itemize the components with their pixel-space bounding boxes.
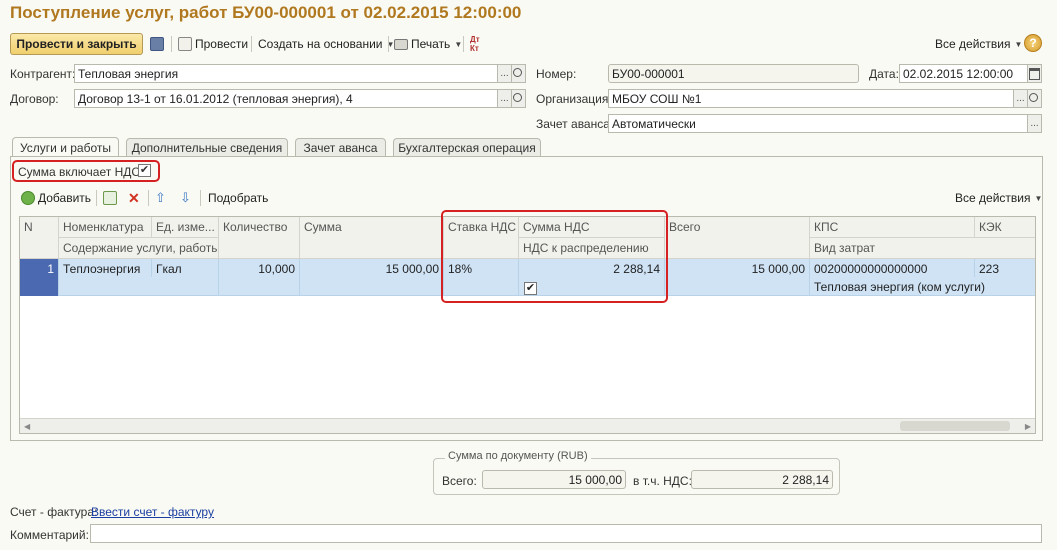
post-icon xyxy=(178,37,192,51)
contract-label: Договор: xyxy=(10,92,59,106)
tab-services[interactable]: Услуги и работы xyxy=(12,137,119,157)
cell-description[interactable] xyxy=(59,277,219,296)
movements-icon[interactable]: Дт Кт xyxy=(470,35,480,53)
post-button[interactable]: Провести xyxy=(178,36,248,52)
all-actions-menu[interactable]: Все действия ▼ xyxy=(935,36,1022,52)
create-based-on-label: Создать на основании xyxy=(258,37,383,51)
cell-total[interactable]: 15 000,00 xyxy=(665,259,810,296)
column-header-item[interactable]: Номенклатура xyxy=(59,217,152,238)
help-button[interactable]: ? xyxy=(1024,34,1042,52)
tab-accounting-operation[interactable]: Бухгалтерская операция xyxy=(393,138,541,157)
column-header-cost-type[interactable]: Вид затрат xyxy=(810,238,1035,259)
date-field[interactable]: 02.02.2015 12:00:00 xyxy=(899,64,1028,83)
chevron-down-icon: ▼ xyxy=(454,39,463,49)
vat-total-field[interactable]: 2 288,14 xyxy=(691,470,833,489)
contractor-field[interactable]: Тепловая энергия xyxy=(74,64,498,83)
contractor-search-icon[interactable] xyxy=(511,64,526,83)
cell-kek[interactable]: 223 xyxy=(975,259,1035,277)
copy-row-button[interactable] xyxy=(103,190,120,206)
table-all-actions-menu[interactable]: Все действия ▼ xyxy=(955,190,1042,206)
post-label: Провести xyxy=(195,37,249,51)
scroll-left-icon[interactable]: ◀ xyxy=(24,422,30,431)
cell-sum[interactable]: 15 000,00 xyxy=(300,259,444,296)
delete-row-icon[interactable]: ✕ xyxy=(128,190,140,206)
add-row-button[interactable]: Добавить xyxy=(21,190,91,206)
column-header-qty[interactable]: Количество xyxy=(219,217,300,259)
printer-icon xyxy=(394,38,408,50)
tab-advance-offset[interactable]: Зачет аванса xyxy=(295,138,386,157)
page-title: Поступление услуг, работ БУ00-000001 от … xyxy=(10,3,522,22)
contractor-label: Контрагент: xyxy=(10,67,76,81)
organization-search-icon[interactable] xyxy=(1027,89,1042,108)
all-actions-label: Все действия xyxy=(935,37,1011,51)
save-icon xyxy=(150,37,164,51)
advance-offset-dropdown[interactable]: ... xyxy=(1027,114,1042,133)
cell-unit[interactable]: Гкал xyxy=(152,259,219,277)
print-label: Печать xyxy=(411,37,451,51)
tab-additional-info[interactable]: Дополнительные сведения xyxy=(126,138,288,157)
organization-select-button[interactable]: ... xyxy=(1013,89,1028,108)
pick-button[interactable]: Подобрать xyxy=(208,190,268,206)
date-label: Дата: xyxy=(869,67,899,81)
chevron-down-icon: ▼ xyxy=(1014,39,1023,49)
column-header-description[interactable]: Содержание услуги, работы... xyxy=(59,238,219,259)
advance-offset-label: Зачет аванса: xyxy=(536,117,614,131)
horizontal-scrollbar[interactable]: ◀ ▶ xyxy=(20,418,1035,433)
number-label: Номер: xyxy=(536,67,577,81)
contract-search-icon[interactable] xyxy=(511,89,526,108)
comment-field[interactable] xyxy=(90,524,1042,543)
contract-select-button[interactable]: ... xyxy=(497,89,512,108)
column-header-unit[interactable]: Ед. изме... xyxy=(152,217,219,238)
toolbar-divider xyxy=(96,190,97,206)
total-field[interactable]: 15 000,00 xyxy=(482,470,626,489)
create-based-on-button[interactable]: Создать на основании ▼ xyxy=(258,36,394,52)
cell-qty[interactable]: 10,000 xyxy=(219,259,300,296)
add-row-label: Добавить xyxy=(38,191,92,205)
column-header-kps[interactable]: КПС xyxy=(810,217,975,238)
column-header-sum[interactable]: Сумма xyxy=(300,217,444,259)
move-up-icon[interactable]: ⇧ xyxy=(155,190,166,206)
column-header-total[interactable]: Всего xyxy=(665,217,810,259)
cell-item[interactable]: Теплоэнергия xyxy=(59,259,152,277)
scroll-right-icon[interactable]: ▶ xyxy=(1025,422,1031,431)
number-field[interactable]: БУ00-000001 xyxy=(608,64,859,83)
contract-field[interactable]: Договор 13-1 от 16.01.2012 (тепловая эне… xyxy=(74,89,498,108)
copy-icon xyxy=(103,191,117,205)
move-down-icon[interactable]: ⇩ xyxy=(180,190,191,206)
row-number: 1 xyxy=(20,259,59,296)
total-label: Всего: xyxy=(442,474,477,488)
invoice-label: Счет - фактура: xyxy=(10,505,98,519)
organization-field[interactable]: МБОУ СОШ №1 xyxy=(608,89,1014,108)
toolbar-divider xyxy=(388,36,389,52)
calendar-icon[interactable] xyxy=(1027,64,1042,83)
print-button[interactable]: Печать ▼ xyxy=(394,36,462,52)
column-header-n[interactable]: N xyxy=(20,217,59,259)
vat-total-label: в т.ч. НДС: xyxy=(633,474,692,488)
comment-label: Комментарий: xyxy=(10,528,89,542)
highlight-frame xyxy=(441,210,668,303)
vat-included-checkbox[interactable]: ✔ xyxy=(138,164,151,177)
toolbar-divider xyxy=(463,36,464,52)
toolbar-divider xyxy=(171,36,172,52)
save-button[interactable] xyxy=(150,36,167,52)
document-totals-legend: Сумма по документу (RUB) xyxy=(445,450,591,462)
post-and-close-button[interactable]: Провести и закрыть xyxy=(10,33,143,55)
organization-label: Организация: xyxy=(536,92,612,106)
contractor-select-button[interactable]: ... xyxy=(497,64,512,83)
advance-offset-field[interactable]: Автоматически xyxy=(608,114,1028,133)
toolbar-divider xyxy=(251,36,252,52)
add-icon xyxy=(21,191,35,205)
toolbar-divider xyxy=(148,190,149,206)
cell-cost-type[interactable]: Тепловая энергия (ком услуги) xyxy=(810,277,1035,296)
table-all-actions-label: Все действия xyxy=(955,191,1031,205)
scrollbar-thumb[interactable] xyxy=(900,421,1010,431)
vat-included-label: Сумма включает НДС: xyxy=(18,165,144,179)
column-header-kek[interactable]: КЭК xyxy=(975,217,1035,238)
toolbar-divider xyxy=(200,190,201,206)
chevron-down-icon: ▼ xyxy=(1034,193,1043,203)
enter-invoice-link[interactable]: Ввести счет - фактуру xyxy=(91,505,214,519)
cell-kps[interactable]: 00200000000000000 xyxy=(810,259,975,277)
